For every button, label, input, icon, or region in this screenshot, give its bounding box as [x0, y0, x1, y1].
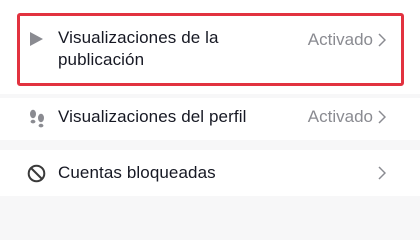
settings-row-profile-views[interactable]: Visualizaciones del perfil Activado	[0, 98, 420, 140]
footprints-icon	[28, 109, 46, 129]
chevron-right-icon	[378, 33, 387, 52]
settings-row-value: Activado	[307, 107, 373, 126]
chevron-right-icon	[378, 110, 387, 129]
settings-row-label: Visualizaciones de la publicación	[58, 28, 219, 69]
chevron-right-icon	[378, 166, 387, 185]
settings-row-label: Cuentas bloqueadas	[58, 163, 216, 182]
settings-list: Visualizaciones de la publicación Activa…	[0, 0, 420, 201]
settings-row-value: Activado	[307, 30, 373, 49]
settings-row-label: Visualizaciones del perfil	[58, 107, 247, 126]
block-icon	[27, 164, 46, 183]
settings-row-post-views[interactable]: Visualizaciones de la publicación Activa…	[0, 0, 420, 94]
settings-row-blocked-accounts[interactable]: Cuentas bloqueadas	[0, 150, 420, 196]
play-icon	[28, 31, 44, 47]
